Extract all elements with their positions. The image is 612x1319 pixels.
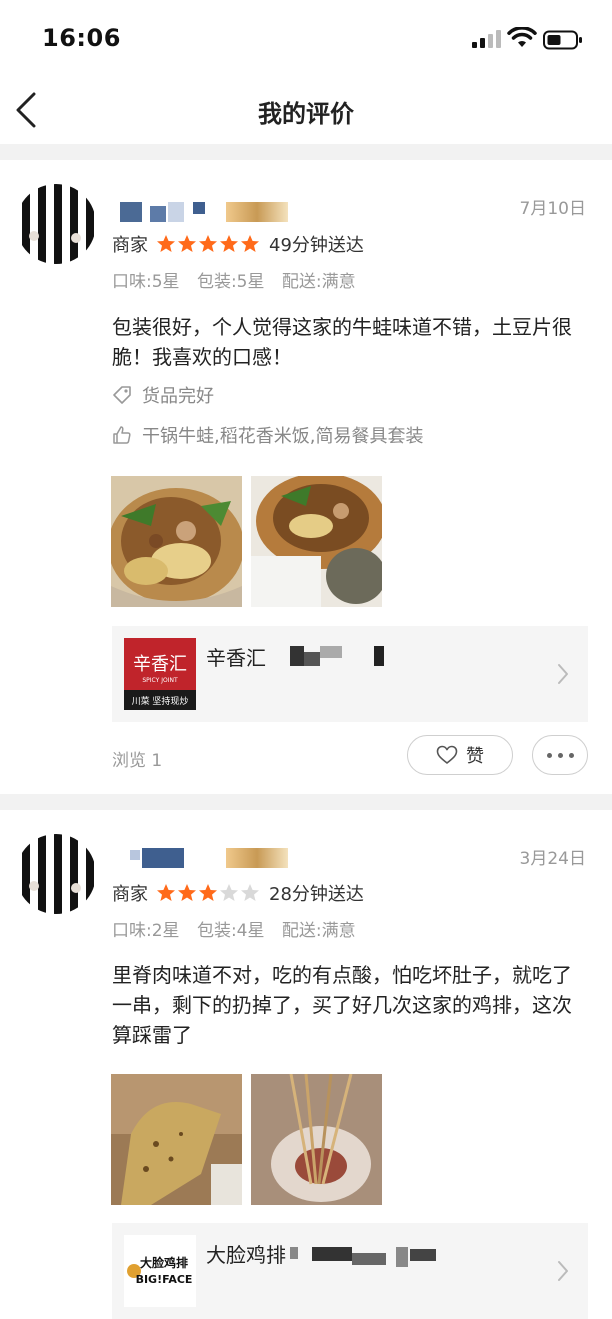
more-button[interactable] xyxy=(532,735,588,775)
thumbs-up-icon xyxy=(113,426,131,444)
separator xyxy=(0,794,612,810)
tag-row: 货品完好 xyxy=(112,382,214,408)
star-icon xyxy=(199,884,217,901)
battery-icon xyxy=(543,30,582,50)
page-title: 我的评价 xyxy=(258,100,354,128)
avatar[interactable] xyxy=(16,184,96,264)
liked-items-row: 干锅牛蛙,稻花香米饭,简易餐具套装 xyxy=(112,422,423,448)
signal-icon xyxy=(472,30,501,48)
shop-logo-bottom: 川菜 坚持现炒 xyxy=(132,695,189,707)
review-photo[interactable] xyxy=(111,476,242,607)
merchant-rating-row: 商家 49分钟送达 xyxy=(112,231,364,257)
shop-card[interactable]: 辛香汇 SPICY JOINT 川菜 坚持现炒 辛香汇 xyxy=(112,626,588,722)
star-icon xyxy=(157,235,175,252)
delivery-time: 28分钟送达 xyxy=(269,884,364,905)
wifi-icon xyxy=(507,27,537,47)
like-button[interactable]: 赞 xyxy=(407,735,513,775)
sub-ratings: 口味:5星 包装:5星 配送:满意 xyxy=(112,267,368,292)
star-icon xyxy=(178,235,196,252)
review-date: 7月10日 xyxy=(519,199,586,219)
star-icon xyxy=(220,235,238,252)
taste-rating: 口味:2星 xyxy=(112,921,180,941)
sub-ratings: 口味:2星 包装:4星 配送:满意 xyxy=(112,916,368,941)
like-label: 赞 xyxy=(466,746,484,767)
merchant-rating-row: 商家 28分钟送达 xyxy=(112,880,364,906)
delivery-rating: 配送:满意 xyxy=(281,272,356,292)
shop-logo-text: 大脸鸡排 xyxy=(140,1255,188,1270)
packaging-rating: 包装:5星 xyxy=(196,272,265,292)
tag-icon xyxy=(113,386,131,404)
review-photo[interactable] xyxy=(251,1074,382,1205)
packaging-rating: 包装:4星 xyxy=(196,921,265,941)
status-bar: 16:06 xyxy=(0,0,612,78)
star-icon xyxy=(241,884,259,901)
view-count: 浏览 1 xyxy=(112,751,163,771)
shop-name: 大脸鸡排 xyxy=(206,1243,286,1267)
review-card: 3月24日 商家 28分钟送达 口味:2星 包装:4星 配送:满意 里脊肉味道不… xyxy=(0,810,612,1319)
merchant-label: 商家 xyxy=(112,235,148,256)
shop-logo: 大脸鸡排 BIG!FACE xyxy=(124,1235,196,1307)
shop-name: 辛香汇 xyxy=(206,646,266,670)
merchant-label: 商家 xyxy=(112,884,148,905)
star-icon xyxy=(220,884,238,901)
chevron-right-icon xyxy=(558,1261,568,1281)
taste-rating: 口味:5星 xyxy=(112,272,180,292)
heart-icon xyxy=(436,745,458,764)
star-icon xyxy=(241,235,259,252)
star-icon xyxy=(178,884,196,901)
delivery-time: 49分钟送达 xyxy=(269,235,364,256)
shop-logo-sub: BIG!FACE xyxy=(136,1273,193,1286)
star-icon xyxy=(157,884,175,901)
tag-text: 货品完好 xyxy=(142,386,214,407)
more-dot xyxy=(568,752,574,758)
chevron-right-icon xyxy=(558,664,568,684)
more-dot xyxy=(546,752,552,758)
review-date: 3月24日 xyxy=(519,849,586,869)
star-icon xyxy=(199,235,217,252)
shop-logo-sub: SPICY JOINT xyxy=(142,677,178,684)
star-rating xyxy=(156,234,261,254)
nav-bar: 我的评价 xyxy=(0,78,612,144)
shop-logo: 辛香汇 SPICY JOINT 川菜 坚持现炒 xyxy=(124,638,196,710)
review-photo[interactable] xyxy=(111,1074,242,1205)
separator xyxy=(0,144,612,160)
review-photo[interactable] xyxy=(251,476,382,607)
shop-logo-text: 辛香汇 xyxy=(133,654,187,675)
star-rating xyxy=(156,883,261,903)
status-time: 16:06 xyxy=(42,24,121,52)
review-text: 包装很好，个人觉得这家的牛蛙味道不错，土豆片很脆！我喜欢的口感！ xyxy=(112,315,572,369)
avatar[interactable] xyxy=(16,834,96,914)
shop-card[interactable]: 大脸鸡排 BIG!FACE 大脸鸡排 xyxy=(112,1223,588,1319)
delivery-rating: 配送:满意 xyxy=(281,921,356,941)
liked-items: 干锅牛蛙,稻花香米饭,简易餐具套装 xyxy=(142,426,424,447)
more-dot xyxy=(557,752,563,758)
review-card: 7月10日 商家 49分钟送达 口味:5星 包装:5星 配送:满意 包装很好，个… xyxy=(0,160,612,794)
review-text: 里脊肉味道不对，吃的有点酸，怕吃坏肚子，就吃了一串，剩下的扔掉了，买了好几次这家… xyxy=(112,963,572,1047)
